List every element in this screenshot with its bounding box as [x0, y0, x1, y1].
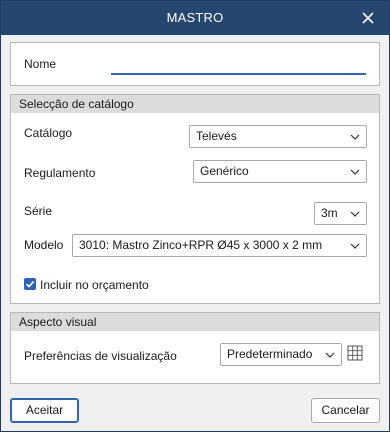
- preferences-select[interactable]: Predeterminado: [220, 343, 342, 366]
- cancel-button[interactable]: Cancelar: [311, 398, 380, 423]
- chevron-down-icon: [350, 134, 360, 140]
- visual-aspect-panel: Aspecto visual Preferências de visualiza…: [10, 312, 380, 384]
- regulation-select[interactable]: Genérico: [193, 160, 367, 183]
- chevron-down-icon: [350, 211, 360, 217]
- regulation-label: Regulamento: [24, 166, 96, 180]
- close-icon: [362, 12, 374, 24]
- catalog-select-value: Televés: [196, 129, 237, 143]
- grid-icon: [347, 345, 363, 361]
- series-select[interactable]: 3m: [314, 202, 367, 225]
- include-budget-label[interactable]: Incluir no orçamento: [40, 278, 149, 292]
- model-label: Modelo: [24, 238, 64, 252]
- name-input[interactable]: [111, 53, 366, 75]
- catalog-section-header: Selecção de catálogo: [11, 95, 379, 113]
- chevron-down-icon: [325, 352, 335, 358]
- catalog-selection-panel: Selecção de catálogo Catálogo Televés Re…: [10, 94, 380, 304]
- checkmark-icon: [25, 280, 35, 288]
- chevron-down-icon: [350, 243, 360, 249]
- preferences-select-value: Predeterminado: [227, 347, 313, 361]
- close-button[interactable]: [359, 9, 377, 27]
- series-label: Série: [24, 204, 53, 218]
- chevron-down-icon: [350, 169, 360, 175]
- grid-view-button[interactable]: [346, 344, 364, 362]
- dialog-window: MASTRO Nome Selecção de catálogo Catálog…: [0, 0, 390, 432]
- visual-section-header: Aspecto visual: [11, 313, 379, 331]
- include-budget-checkbox[interactable]: [24, 278, 36, 290]
- regulation-select-value: Genérico: [200, 164, 249, 178]
- preferences-label: Preferências de visualização: [24, 349, 177, 363]
- name-label: Nome: [24, 57, 57, 71]
- name-panel: Nome: [10, 42, 380, 86]
- series-select-value: 3m: [321, 206, 338, 220]
- catalog-label: Catálogo: [24, 126, 73, 140]
- accept-button[interactable]: Aceitar: [10, 398, 79, 423]
- model-select[interactable]: 3010: Mastro Zinco+RPR Ø45 x 3000 x 2 mm: [72, 234, 367, 257]
- model-select-value: 3010: Mastro Zinco+RPR Ø45 x 3000 x 2 mm: [79, 238, 323, 252]
- catalog-select[interactable]: Televés: [189, 125, 367, 148]
- window-title: MASTRO: [166, 10, 224, 25]
- title-bar: MASTRO: [1, 1, 389, 35]
